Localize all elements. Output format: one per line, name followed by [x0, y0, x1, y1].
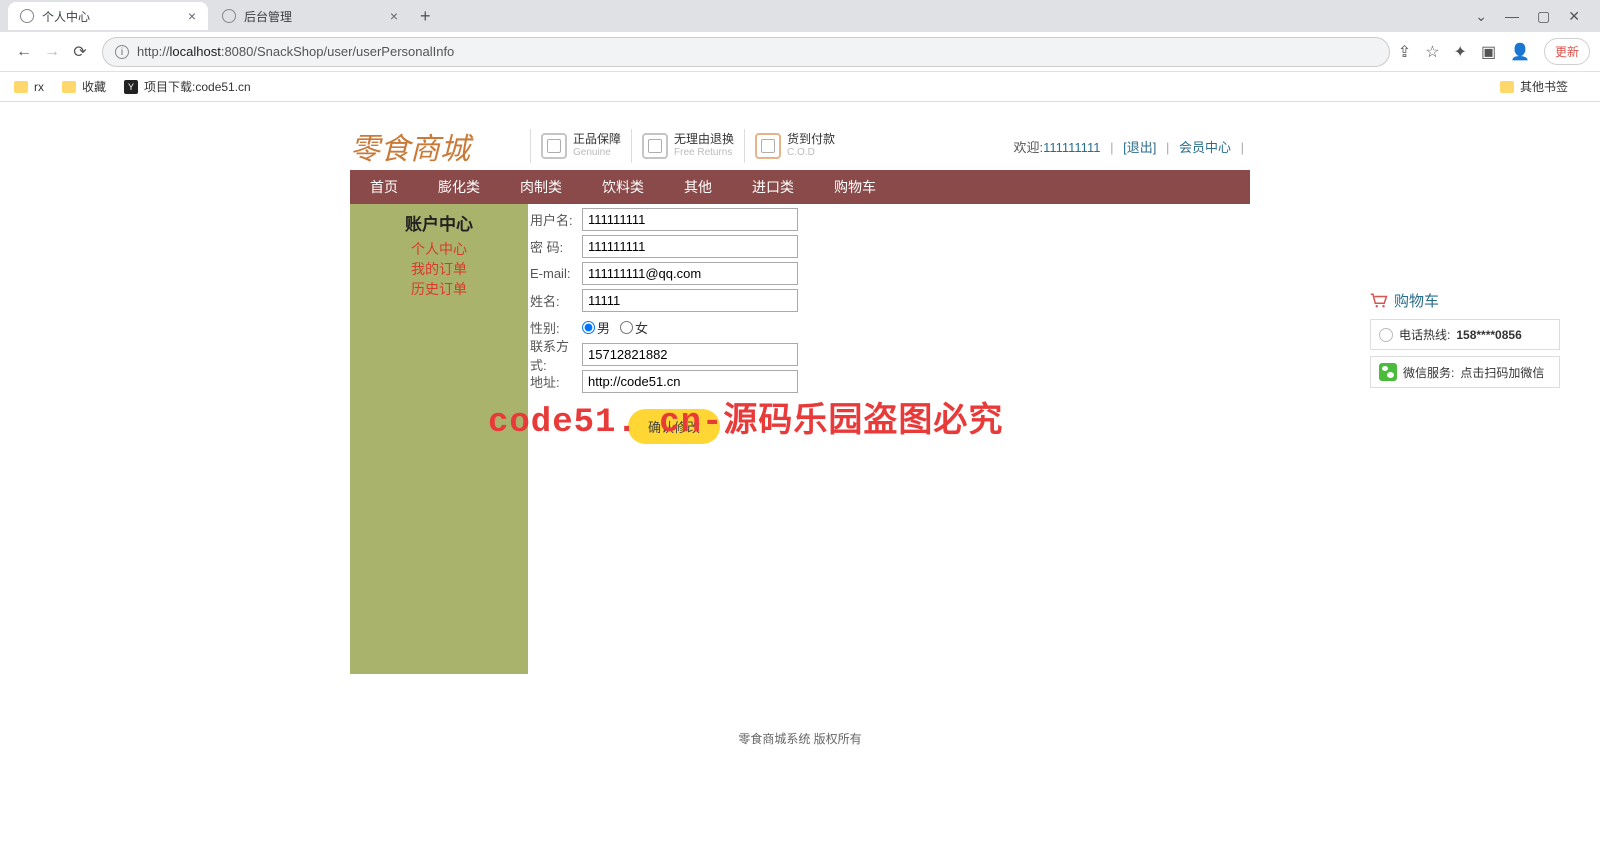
- favicon-icon: Y: [124, 80, 138, 94]
- badge-genuine: 正品保障Genuine: [530, 129, 621, 163]
- member-center-link[interactable]: 会员中心: [1179, 140, 1231, 155]
- float-wechat[interactable]: 微信服务: 点击扫码加微信: [1370, 356, 1560, 388]
- bookmark-code51[interactable]: Y 项目下载:code51.cn: [124, 78, 251, 95]
- url-text: http://localhost:8080/SnackShop/user/use…: [137, 44, 454, 59]
- profile-icon[interactable]: 👤: [1510, 42, 1530, 62]
- star-icon[interactable]: ☆: [1425, 42, 1439, 62]
- badge-cod: 货到付款C.O.D: [744, 129, 835, 163]
- browser-chrome: 个人中心 × 后台管理 × + ⌄ — ▢ ✕ ← → ⟳ i http://l…: [0, 0, 1600, 102]
- sidebar-title: 账户中心: [350, 210, 528, 235]
- url-input[interactable]: i http://localhost:8080/SnackShop/user/u…: [102, 37, 1390, 67]
- welcome-bar: 欢迎:111111111 | [退出] | 会员中心 |: [1013, 137, 1250, 156]
- forward-button[interactable]: →: [38, 43, 66, 61]
- nav-other[interactable]: 其他: [664, 170, 732, 204]
- label-gender: 性别:: [528, 318, 582, 337]
- content-row: 账户中心 个人中心 我的订单 历史订单 用户名: 密 码: E-mail: 姓名…: [350, 204, 1250, 674]
- username-input[interactable]: [582, 208, 798, 231]
- hotline-label: 电话热线:: [1399, 326, 1450, 343]
- close-window-icon[interactable]: ✕: [1568, 8, 1580, 25]
- site-info-icon[interactable]: i: [115, 45, 129, 59]
- tab-admin[interactable]: 后台管理 ×: [210, 2, 410, 30]
- gender-male-radio[interactable]: [582, 321, 595, 334]
- confirm-modify-button[interactable]: 确认修改: [628, 409, 720, 444]
- minimize-icon[interactable]: —: [1505, 8, 1519, 25]
- password-input[interactable]: [582, 235, 798, 258]
- share-icon[interactable]: ⇪: [1398, 42, 1411, 62]
- back-button[interactable]: ←: [10, 43, 38, 61]
- bookmark-rx[interactable]: rx: [14, 80, 44, 94]
- sidebar-history-orders[interactable]: 历史订单: [350, 279, 528, 299]
- folder-icon: [14, 81, 28, 93]
- nav-puffed[interactable]: 膨化类: [418, 170, 500, 204]
- close-icon[interactable]: ×: [188, 8, 196, 24]
- float-box: 购物车 电话热线: 158****0856 微信服务: 点击扫码加微信: [1370, 290, 1560, 394]
- site-header: 零食商城 正品保障Genuine 无理由退换Free Returns 货到付款C…: [350, 122, 1250, 170]
- phone-icon: [1379, 328, 1393, 342]
- nav-import[interactable]: 进口类: [732, 170, 814, 204]
- realname-input[interactable]: [582, 289, 798, 312]
- label-username: 用户名:: [528, 210, 582, 229]
- reload-button[interactable]: ⟳: [66, 42, 94, 62]
- bookmark-other[interactable]: 其他书签: [1500, 78, 1568, 95]
- toolbar-right: ⇪ ☆ ✦ ▣ 👤 更新: [1398, 38, 1590, 65]
- welcome-user-link[interactable]: 111111111: [1043, 140, 1100, 155]
- cart-icon: [1370, 293, 1388, 309]
- gender-group: 男 女: [582, 318, 648, 337]
- return-icon: [642, 133, 668, 159]
- tab-personal-center[interactable]: 个人中心 ×: [8, 2, 208, 30]
- close-icon[interactable]: ×: [390, 8, 398, 24]
- label-realname: 姓名:: [528, 291, 582, 310]
- gender-female-radio[interactable]: [620, 321, 633, 334]
- logout-link[interactable]: [退出]: [1123, 140, 1156, 155]
- float-hotline[interactable]: 电话热线: 158****0856: [1370, 319, 1560, 350]
- folder-icon: [1500, 81, 1514, 93]
- globe-icon: [20, 9, 34, 23]
- cod-icon: [755, 133, 781, 159]
- account-sidebar: 账户中心 个人中心 我的订单 历史订单: [350, 204, 528, 674]
- label-password: 密 码:: [528, 237, 582, 256]
- address-input[interactable]: [582, 370, 798, 393]
- update-button[interactable]: 更新: [1544, 38, 1590, 65]
- window-controls: ⌄ — ▢ ✕: [1475, 8, 1592, 25]
- page: 零食商城 正品保障Genuine 无理由退换Free Returns 货到付款C…: [350, 122, 1250, 674]
- maximize-icon[interactable]: ▢: [1537, 8, 1550, 25]
- bookmarks-bar: rx 收藏 Y 项目下载:code51.cn 其他书签: [0, 72, 1600, 102]
- nav-cart[interactable]: 购物车: [814, 170, 896, 204]
- wechat-icon: [1379, 363, 1397, 381]
- profile-form: 用户名: 密 码: E-mail: 姓名: 性别: 男 女: [528, 204, 798, 674]
- hotline-value: 158****0856: [1456, 328, 1521, 342]
- address-bar: ← → ⟳ i http://localhost:8080/SnackShop/…: [0, 32, 1600, 72]
- side-panel-icon[interactable]: ▣: [1481, 42, 1496, 62]
- page-footer: 零食商城系统 版权所有: [0, 730, 1600, 787]
- nav-meat[interactable]: 肉制类: [500, 170, 582, 204]
- tab-title: 后台管理: [244, 8, 382, 25]
- badge-returns: 无理由退换Free Returns: [631, 129, 734, 163]
- nav-home[interactable]: 首页: [350, 170, 418, 204]
- email-input[interactable]: [582, 262, 798, 285]
- nav-drinks[interactable]: 饮料类: [582, 170, 664, 204]
- gender-male-option[interactable]: 男: [582, 318, 610, 337]
- globe-icon: [222, 9, 236, 23]
- sidebar-my-orders[interactable]: 我的订单: [350, 259, 528, 279]
- main-nav: 首页 膨化类 肉制类 饮料类 其他 进口类 购物车: [350, 170, 1250, 204]
- tab-title: 个人中心: [42, 8, 180, 25]
- chevron-down-icon[interactable]: ⌄: [1475, 8, 1487, 25]
- bookmark-favorites[interactable]: 收藏: [62, 78, 106, 95]
- label-email: E-mail:: [528, 266, 582, 281]
- site-logo[interactable]: 零食商城: [350, 124, 520, 168]
- label-address: 地址:: [528, 372, 582, 391]
- tab-bar: 个人中心 × 后台管理 × + ⌄ — ▢ ✕: [0, 0, 1600, 32]
- wechat-value: 点击扫码加微信: [1460, 364, 1544, 381]
- float-cart-title[interactable]: 购物车: [1370, 290, 1560, 311]
- shield-icon: [541, 133, 567, 159]
- extensions-icon[interactable]: ✦: [1454, 42, 1467, 62]
- wechat-label: 微信服务:: [1403, 364, 1454, 381]
- label-phone: 联系方式:: [528, 336, 582, 374]
- phone-input[interactable]: [582, 343, 798, 366]
- folder-icon: [62, 81, 76, 93]
- sidebar-personal[interactable]: 个人中心: [350, 239, 528, 259]
- new-tab-button[interactable]: +: [412, 6, 439, 27]
- gender-female-option[interactable]: 女: [620, 318, 648, 337]
